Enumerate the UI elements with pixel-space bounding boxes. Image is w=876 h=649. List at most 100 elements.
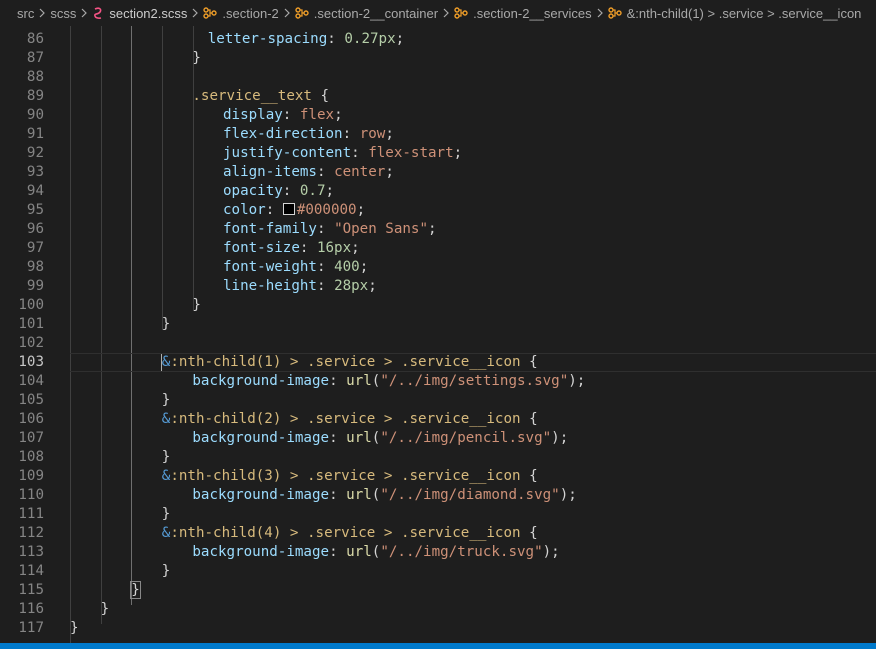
code-text: &:nth-child(1) > .service > .service__ic… (160, 353, 538, 372)
breadcrumb-item[interactable]: scss (49, 6, 77, 21)
breadcrumb-item[interactable]: &:nth-child(1) > .service > .service__ic… (607, 6, 863, 21)
code-line[interactable]: 88 (0, 68, 876, 87)
code-token: font-family (223, 221, 317, 237)
code-line[interactable]: 108} (0, 448, 876, 467)
code-token: :nth-child(1) > .service > .service__ico… (170, 354, 521, 370)
code-line[interactable]: 115} (0, 581, 876, 600)
breadcrumb-item[interactable]: .section-2__container (294, 6, 439, 21)
code-text: background-image: url("/../img/pencil.sv… (192, 429, 568, 448)
code-token: :nth-child(4) > .service > .service__ico… (170, 525, 521, 541)
code-token: { (520, 468, 538, 484)
code-line[interactable]: 90 display: flex; (0, 106, 876, 125)
code-token: : (265, 202, 283, 218)
line-number: 96 (26, 221, 44, 237)
line-number: 104 (18, 373, 44, 389)
code-token: : (329, 373, 347, 389)
code-line[interactable]: 103 &:nth-child(1) > .service > .service_… (0, 353, 876, 372)
chevron-right-icon (593, 8, 607, 18)
code-line[interactable]: 112 &:nth-child(4) > .service > .service_… (0, 524, 876, 543)
code-line[interactable]: 95 color: #000000; (0, 201, 876, 220)
code-token: } (100, 601, 110, 617)
code-token: url (346, 430, 372, 446)
code-line[interactable]: 93 align-items: center; (0, 163, 876, 182)
code-line[interactable]: 94 opacity: 0.7; (0, 182, 876, 201)
line-number: 90 (26, 107, 44, 123)
line-number: 115 (18, 582, 44, 598)
line-number: 102 (18, 335, 44, 351)
bracket-match: } (130, 581, 141, 599)
code-token: : (282, 183, 300, 199)
code-line[interactable]: 89 .service__text { (0, 87, 876, 106)
code-token: "Open Sans" (334, 221, 429, 237)
line-number: 114 (18, 563, 44, 579)
code-line[interactable]: 104 background-image: url("/../img/settin… (0, 372, 876, 391)
code-line[interactable]: 107 background-image: url("/../img/pencil… (0, 429, 876, 448)
code-line[interactable]: 117} (0, 619, 876, 638)
breadcrumb-item[interactable]: .section-2 (202, 6, 279, 21)
code-line[interactable]: 98 font-weight: 400; (0, 258, 876, 277)
chevron-right-icon (439, 8, 453, 18)
line-number: 98 (26, 259, 44, 275)
code-text: } (162, 391, 171, 410)
code-token: flex-start (368, 145, 454, 161)
line-number: 103 (18, 354, 44, 370)
code-text: background-image: url("/../img/truck.svg… (192, 543, 559, 562)
code-line[interactable]: 87} (0, 49, 876, 68)
code-line[interactable]: 110 background-image: url("/../img/diamon… (0, 486, 876, 505)
chevron-right-icon (280, 8, 294, 18)
code-token: } (161, 316, 171, 332)
code-line[interactable]: 99 line-height: 28px; (0, 277, 876, 296)
code-line[interactable]: 116} (0, 600, 876, 619)
code-line[interactable]: 91 flex-direction: row; (0, 125, 876, 144)
color-swatch[interactable] (282, 203, 295, 215)
line-number: 107 (18, 430, 44, 446)
code-line[interactable]: 109 &:nth-child(3) > .service > .service_… (0, 467, 876, 486)
line-number: 112 (18, 525, 44, 541)
code-line[interactable]: 113 background-image: url("/../img/truck.… (0, 543, 876, 562)
breadcrumb-label: .section-2__container (313, 5, 439, 21)
code-text: } (70, 619, 79, 638)
line-number: 113 (18, 544, 44, 560)
code-token: flex (299, 107, 335, 123)
code-line[interactable]: 114} (0, 562, 876, 581)
code-line[interactable]: 92 justify-content: flex-start; (0, 144, 876, 163)
line-number: 109 (18, 468, 44, 484)
code-line[interactable]: 100} (0, 296, 876, 315)
code-editor[interactable]: 86 letter-spacing: 0.27px; 87} 88 89 .service… (0, 26, 876, 643)
code-line[interactable]: 96 font-family: "Open Sans"; (0, 220, 876, 239)
code-line[interactable]: 101} (0, 315, 876, 334)
code-text: } (162, 505, 171, 524)
line-number: 91 (26, 126, 44, 142)
code-token: : (316, 164, 335, 180)
code-token: ; (325, 183, 335, 199)
code-text: background-image: url("/../img/diamond.s… (192, 486, 576, 505)
code-token: letter-spacing (207, 31, 328, 47)
code-token: } (161, 563, 171, 579)
code-text: display: flex; (223, 106, 343, 125)
line-number: 105 (18, 392, 44, 408)
code-token: background-image (192, 430, 330, 446)
breadcrumb-item[interactable]: section2.scss (91, 6, 188, 21)
code-line[interactable]: 111} (0, 505, 876, 524)
breadcrumb-item[interactable]: .section-2__services (453, 6, 593, 21)
code-token: : (316, 278, 335, 294)
code-token: } (192, 50, 201, 66)
code-token: 16px (316, 240, 352, 256)
sass-file-icon (92, 6, 104, 20)
code-line[interactable]: 97 font-size: 16px; (0, 239, 876, 258)
breadcrumb-label: section2.scss (109, 5, 188, 21)
breadcrumb-item[interactable]: src (0, 6, 35, 21)
code-text: } (162, 562, 171, 581)
code-token: ); (542, 544, 560, 560)
code-line[interactable]: 86 letter-spacing: 0.27px; (0, 30, 876, 49)
code-line[interactable]: 102 (0, 334, 876, 353)
code-token: ); (551, 430, 569, 446)
code-line[interactable]: 105} (0, 391, 876, 410)
code-token: : (316, 259, 335, 275)
breadcrumb-label: src (17, 5, 35, 21)
code-text: &:nth-child(3) > .service > .service__ic… (162, 467, 538, 486)
code-token: : (351, 145, 369, 161)
code-text: font-family: "Open Sans"; (223, 220, 437, 239)
code-token: 400 (334, 259, 360, 275)
code-line[interactable]: 106 &:nth-child(2) > .service > .service_… (0, 410, 876, 429)
